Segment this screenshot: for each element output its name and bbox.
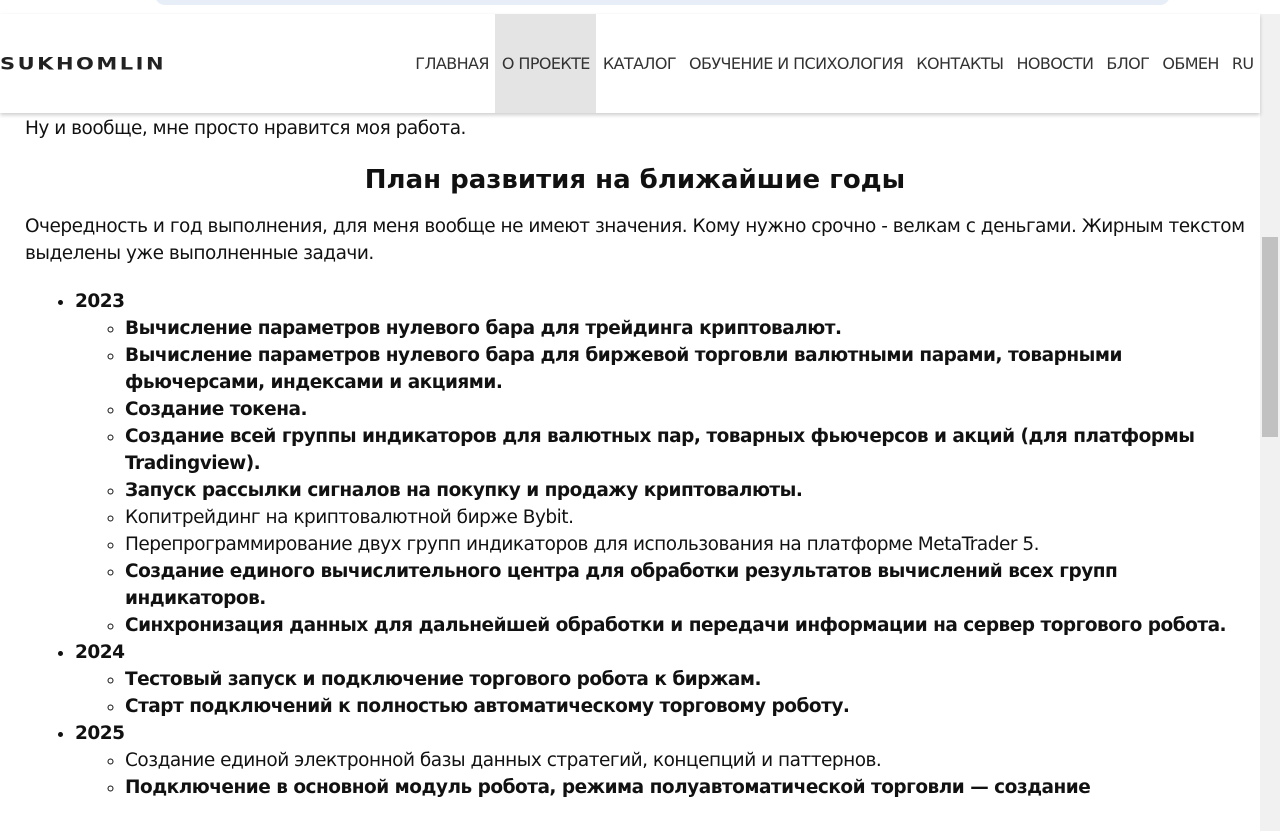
- year-item: 2024Тестовый запуск и подключение торгов…: [75, 639, 1245, 720]
- nav-item[interactable]: RU: [1225, 14, 1260, 113]
- nav-item[interactable]: КОНТАКТЫ: [910, 14, 1010, 113]
- year-item: 2023Вычисление параметров нулевого бара …: [75, 288, 1245, 639]
- task-item: Копитрейдинг на криптовалютной бирже Byb…: [125, 504, 1245, 531]
- main-nav: ГЛАВНАЯ О ПРОЕКТЕ КАТАЛОГ ОБУЧЕНИЕ И ПСИХОЛ…: [409, 14, 1260, 113]
- nav-item[interactable]: ОБМЕН: [1156, 14, 1226, 113]
- article-content: Ну и вообще, мне просто нравится моя раб…: [25, 113, 1245, 801]
- roadmap-list: 2023Вычисление параметров нулевого бара …: [25, 288, 1245, 801]
- task-list: Вычисление параметров нулевого бара для …: [75, 315, 1245, 639]
- task-item: Вычисление параметров нулевого бара для …: [125, 342, 1245, 396]
- scrollbar[interactable]: [1260, 14, 1280, 831]
- nav-item[interactable]: БЛОГ: [1100, 14, 1156, 113]
- task-item: Старт подключений к полностью автоматиче…: [125, 693, 1245, 720]
- task-item: Запуск рассылки сигналов на покупку и пр…: [125, 477, 1245, 504]
- task-item: Вычисление параметров нулевого бара для …: [125, 315, 1245, 342]
- section-description: Очередность и год выполнения, для меня в…: [25, 216, 1245, 264]
- task-item: Синхронизация данных для дальнейшей обра…: [125, 612, 1245, 639]
- site-header: SUKHOMLIN ГЛАВНАЯ О ПРОЕКТЕ КАТАЛОГ ОБУЧЕНИ…: [0, 14, 1260, 113]
- task-item: Перепрограммирование двух групп индикато…: [125, 531, 1245, 558]
- browser-top-strip: [0, 0, 1280, 15]
- year-label: 2023: [75, 291, 125, 312]
- task-list: Создание единой электронной базы данных …: [75, 747, 1245, 801]
- nav-item[interactable]: О ПРОЕКТЕ: [495, 14, 597, 113]
- task-list: Тестовый запуск и подключение торгового …: [75, 666, 1245, 720]
- year-item: 2025Создание единой электронной базы дан…: [75, 720, 1245, 801]
- task-item: Создание всей группы индикаторов для вал…: [125, 423, 1245, 477]
- scrollbar-thumb[interactable]: [1262, 237, 1278, 437]
- nav-item[interactable]: КАТАЛОГ: [596, 14, 682, 113]
- nav-item[interactable]: НОВОСТИ: [1010, 14, 1100, 113]
- nav-item[interactable]: ОБУЧЕНИЕ И ПСИХОЛОГИЯ: [683, 14, 910, 113]
- logo[interactable]: SUKHOMLIN: [0, 54, 166, 73]
- address-bar-edge: [155, 0, 1170, 5]
- task-item: Подключение в основной модуль робота, ре…: [125, 774, 1245, 801]
- year-label: 2024: [75, 642, 125, 663]
- task-item: Тестовый запуск и подключение торгового …: [125, 666, 1245, 693]
- section-heading: План развития на ближайшие годы: [364, 165, 906, 195]
- year-label: 2025: [75, 723, 125, 744]
- task-item: Создание токена.: [125, 396, 1245, 423]
- task-item: Создание единой электронной базы данных …: [125, 747, 1245, 774]
- intro-text: Ну и вообще, мне просто нравится моя раб…: [25, 118, 466, 139]
- nav-item[interactable]: ГЛАВНАЯ: [409, 14, 496, 113]
- task-item: Создание единого вычислительного центра …: [125, 558, 1245, 612]
